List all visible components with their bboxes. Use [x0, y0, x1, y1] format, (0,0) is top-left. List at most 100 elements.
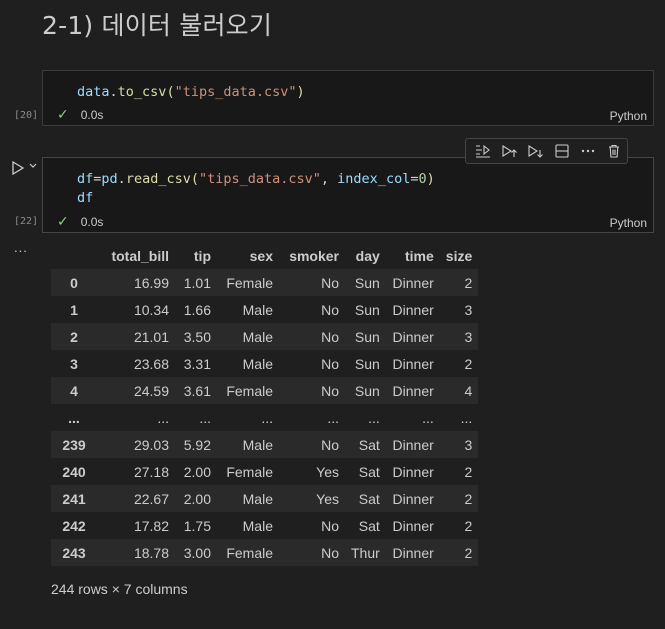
column-header: day [345, 242, 386, 269]
table-header-row: total_bill tip sex smoker day time size [51, 242, 479, 269]
table-row: 239 29.03 5.92 Male No Sat Dinner 3 [51, 431, 479, 458]
table-cell: 18.78 [133, 544, 169, 561]
table-row: 242 17.82 1.75 Male No Sat Dinner 2 [51, 512, 479, 539]
column-header: sex [217, 242, 279, 269]
cell-language[interactable]: Python [610, 109, 647, 123]
table-cell: Dinner [392, 274, 434, 291]
dataframe-table: total_bill tip sex smoker day time size … [51, 242, 479, 566]
table-cell: 2 [464, 463, 473, 480]
table-cell: Male [242, 436, 273, 453]
table-cell: No [321, 301, 339, 318]
column-header: size [439, 242, 479, 269]
table-cell: ... [199, 409, 211, 426]
code-cell[interactable]: df=pd.read_csv("tips_data.csv", index_co… [42, 157, 654, 233]
table-cell: Female [226, 463, 273, 480]
table-row: 3 23.68 3.31 Male No Sun Dinner 2 [51, 350, 479, 377]
table-cell: Sat [358, 517, 380, 534]
table-row: 241 22.67 2.00 Male Yes Sat Dinner 2 [51, 485, 479, 512]
table-cell: 4 [464, 382, 473, 399]
table-cell: 21.01 [133, 328, 169, 345]
table-cell: 17.82 [133, 517, 169, 534]
execution-status: ✓ 0.0s [57, 213, 103, 230]
table-row: 0 16.99 1.01 Female No Sun Dinner 2 [51, 269, 479, 296]
table-cell: 5.92 [183, 436, 211, 453]
table-cell: 10.34 [133, 301, 169, 318]
table-row: 4 24.59 3.61 Female No Sun Dinner 4 [51, 377, 479, 404]
table-cell: ... [327, 409, 339, 426]
row-index: 1 [70, 301, 78, 318]
table-row: 1 10.34 1.66 Male No Sun Dinner 3 [51, 296, 479, 323]
table-cell: No [321, 328, 339, 345]
success-check-icon: ✓ [57, 213, 69, 229]
table-cell: No [321, 544, 339, 561]
row-index: 242 [62, 517, 86, 534]
table-cell: 2.00 [183, 463, 211, 480]
table-cell: ... [460, 409, 473, 426]
execute-above-icon[interactable] [470, 140, 496, 162]
table-cell: Female [226, 544, 273, 561]
table-cell: 29.03 [133, 436, 169, 453]
table-cell: 2 [464, 274, 473, 291]
table-cell: ... [422, 409, 434, 426]
row-index: ... [68, 409, 80, 426]
table-cell: 22.67 [133, 490, 169, 507]
execution-time: 0.0s [80, 214, 104, 229]
row-index: 239 [62, 436, 86, 453]
run-above-icon[interactable] [496, 140, 522, 162]
code-editor[interactable]: df=pd.read_csv("tips_data.csv", index_co… [77, 170, 435, 208]
table-cell: No [321, 436, 339, 453]
execution-count: [20] [14, 110, 39, 121]
table-cell: Dinner [392, 517, 434, 534]
table-cell: Dinner [392, 544, 434, 561]
table-cell: No [321, 355, 339, 372]
cell-toolbar [465, 138, 628, 164]
table-cell: Thur [351, 544, 380, 561]
table-cell: 24.59 [133, 382, 169, 399]
row-index: 241 [62, 490, 86, 507]
table-cell: Yes [316, 463, 339, 480]
table-cell: ... [157, 409, 169, 426]
row-index: 3 [70, 355, 78, 372]
table-cell: Yes [316, 490, 339, 507]
column-header: total_bill [97, 242, 175, 269]
table-cell: Sun [354, 301, 380, 318]
table-cell: ... [261, 409, 273, 426]
delete-icon[interactable] [601, 140, 627, 162]
table-cell: Male [242, 490, 273, 507]
execution-status: ✓ 0.0s [57, 106, 103, 123]
execution-time: 0.0s [80, 107, 104, 122]
output-more-icon[interactable]: ... [14, 240, 28, 255]
table-cell: Dinner [392, 382, 434, 399]
code-editor[interactable]: data.to_csv("tips_data.csv") [77, 83, 305, 102]
row-index: 243 [62, 544, 86, 561]
table-cell: 16.99 [133, 274, 169, 291]
row-index: 2 [70, 328, 78, 345]
table-cell: 3.00 [183, 544, 211, 561]
row-index: 0 [70, 274, 78, 291]
execution-count: [22] [14, 216, 39, 227]
success-check-icon: ✓ [57, 106, 69, 122]
table-cell: ... [368, 409, 380, 426]
table-cell: 3.50 [183, 328, 211, 345]
table-cell: Male [242, 355, 273, 372]
run-cell-icon[interactable] [11, 160, 25, 176]
table-cell: 1.01 [183, 274, 211, 291]
table-row: 2 21.01 3.50 Male No Sun Dinner 3 [51, 323, 479, 350]
table-cell: 2 [464, 355, 473, 372]
table-cell: Sun [354, 328, 380, 345]
more-icon[interactable] [575, 140, 601, 162]
table-cell: 27.18 [133, 463, 169, 480]
cell-language[interactable]: Python [610, 216, 647, 230]
row-index: 4 [70, 382, 78, 399]
table-cell: Sun [354, 274, 380, 291]
chevron-down-icon[interactable] [29, 161, 37, 172]
markdown-heading: 2-1) 데이터 불러오기 [42, 11, 273, 40]
table-row: 240 27.18 2.00 Female Yes Sat Dinner 2 [51, 458, 479, 485]
table-cell: 2 [464, 517, 473, 534]
table-cell: 3 [464, 301, 473, 318]
split-cell-icon[interactable] [549, 140, 575, 162]
table-cell: No [321, 517, 339, 534]
table-cell: Sat [358, 490, 380, 507]
run-below-icon[interactable] [522, 140, 548, 162]
code-cell[interactable]: data.to_csv("tips_data.csv") ✓ 0.0s Pyth… [42, 70, 654, 126]
